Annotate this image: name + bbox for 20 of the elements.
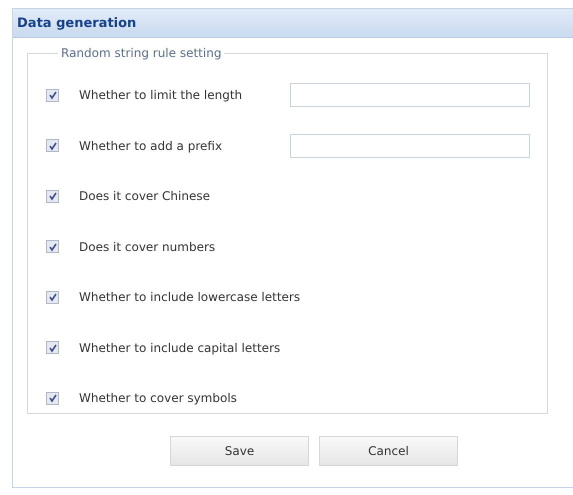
checkbox[interactable]	[46, 290, 59, 304]
save-button[interactable]: Save	[170, 436, 309, 466]
option-label: Whether to include capital letters	[79, 340, 282, 355]
input-field[interactable]	[290, 134, 530, 158]
option-label: Does it cover numbers	[79, 240, 216, 254]
checkbox[interactable]	[46, 240, 59, 254]
checkbox[interactable]	[46, 392, 59, 405]
checkbox[interactable]	[46, 190, 59, 203]
option-label: Whether to cover symbols	[79, 391, 238, 406]
option-label: Whether to add a prefix	[79, 138, 224, 153]
input-field[interactable]	[290, 83, 530, 108]
cancel-button[interactable]: Cancel	[319, 436, 458, 466]
window-title: Data generation	[17, 16, 136, 30]
checkbox[interactable]	[46, 139, 59, 152]
option-label: Whether to limit the length	[79, 88, 244, 102]
option-label: Does it cover Chinese	[79, 189, 211, 204]
option-label: Whether to include lowercase letters	[79, 290, 300, 304]
checkbox[interactable]	[46, 88, 59, 102]
checkbox[interactable]	[46, 341, 59, 354]
fieldset-legend: Random string rule setting	[58, 46, 224, 60]
